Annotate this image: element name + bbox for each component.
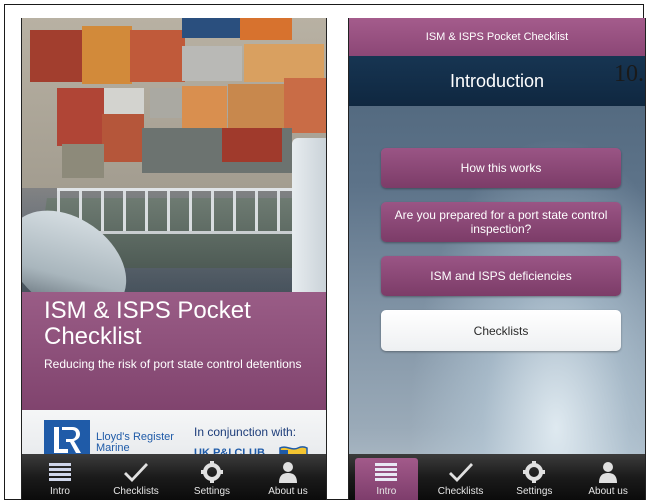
nav-title: Introduction [349, 56, 645, 106]
deficiencies-button[interactable]: ISM and ISPS deficiencies [381, 256, 621, 296]
tab-settings[interactable]: Settings [174, 454, 250, 500]
checklists-button[interactable]: Checklists [381, 310, 621, 351]
tab-checklists[interactable]: Checklists [98, 454, 174, 500]
tab-label: Checklists [113, 486, 159, 497]
app-tagline: Reducing the risk of port state control … [44, 357, 302, 371]
tab-settings[interactable]: Settings [497, 454, 571, 500]
gear-icon [523, 460, 546, 484]
title-panel: ISM & ISPS Pocket Checklist Reducing the… [22, 292, 326, 410]
tab-about-us[interactable]: About us [250, 454, 326, 500]
tab-bar: Intro Checklists Settings About us [349, 454, 645, 500]
app-header: ISM & ISPS Pocket Checklist [349, 18, 645, 56]
checkmark-icon [124, 460, 148, 484]
tab-checklists[interactable]: Checklists [424, 454, 498, 500]
gear-icon [201, 460, 223, 484]
tab-bar: Intro Checklists Settings About us [22, 454, 326, 500]
tab-label: Checklists [437, 486, 484, 497]
container-ship-photo [22, 18, 326, 292]
how-this-works-button[interactable]: How this works [381, 148, 621, 188]
list-icon [375, 460, 398, 484]
introduction-screen: ISM & ISPS Pocket Checklist Introduction… [348, 18, 646, 500]
person-icon [278, 460, 298, 484]
checkmark-icon [448, 460, 473, 484]
tab-label: About us [588, 486, 628, 497]
tab-label: Settings [193, 486, 231, 497]
tab-intro[interactable]: Intro [355, 458, 418, 500]
page-number: 10. [614, 61, 644, 87]
lloyds-register-name: Lloyd's Register Marine [96, 431, 174, 454]
port-state-inspection-button[interactable]: Are you prepared for a port state contro… [381, 202, 621, 242]
conjunction-text: In conjunction with: [194, 425, 297, 439]
tab-label: Intro [49, 486, 70, 497]
tab-label: Intro [376, 486, 397, 497]
list-icon [49, 460, 71, 484]
tab-label: About us [268, 486, 308, 497]
splash-screen: ISM & ISPS Pocket Checklist Reducing the… [21, 18, 327, 500]
person-icon [598, 460, 618, 484]
tab-intro[interactable]: Intro [22, 454, 98, 500]
app-title: ISM & ISPS Pocket Checklist [44, 297, 251, 350]
tab-about-us[interactable]: About us [571, 454, 645, 500]
tab-label: Settings [516, 486, 553, 497]
